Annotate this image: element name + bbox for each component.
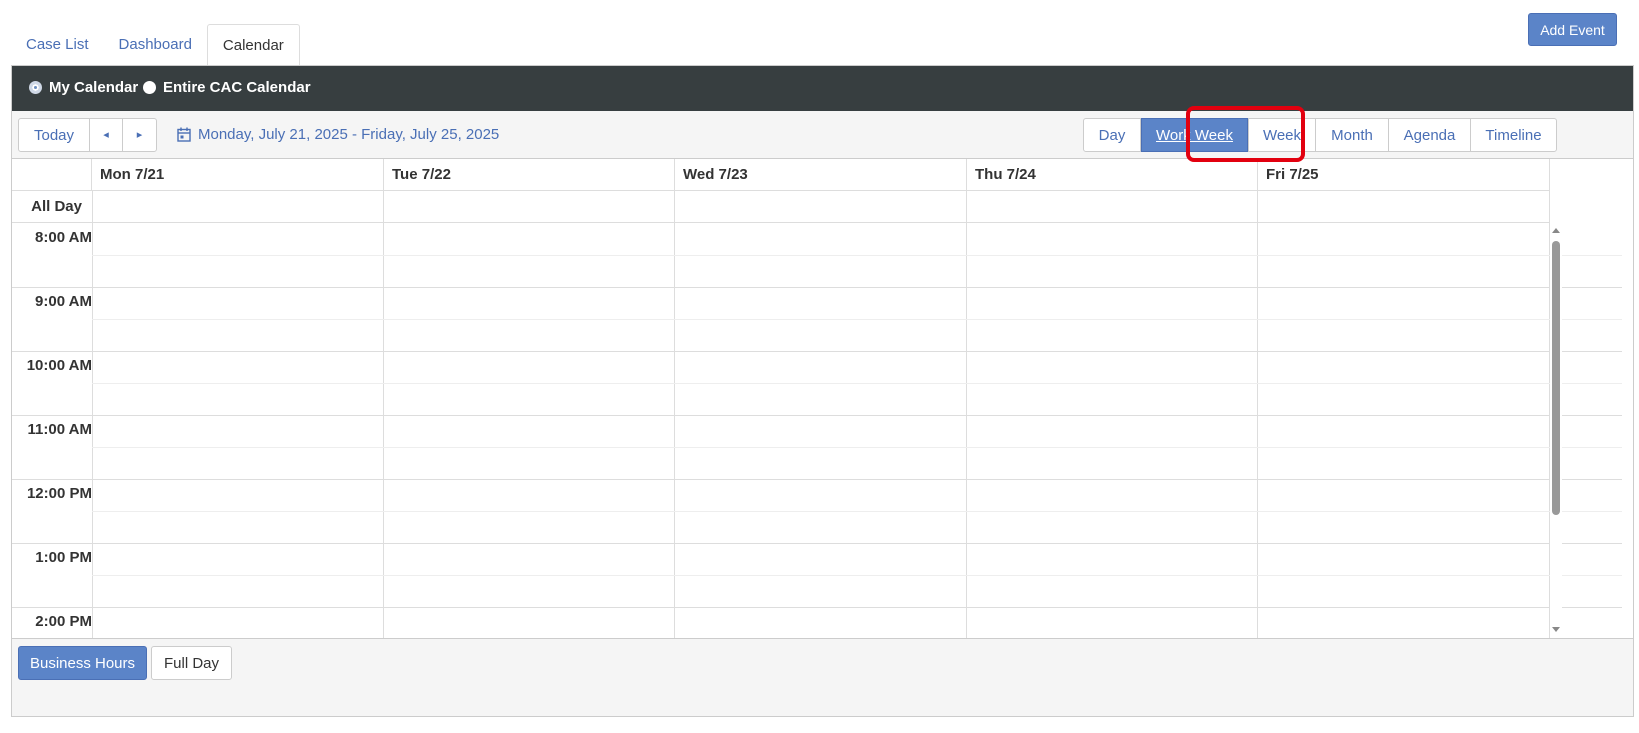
entire-calendar-radio[interactable] bbox=[143, 81, 156, 94]
hour-line bbox=[12, 543, 1622, 544]
day-header-tue: Tue 7/22 bbox=[384, 159, 675, 191]
hour-line bbox=[12, 351, 1622, 352]
day-header-wed: Wed 7/23 bbox=[675, 159, 967, 191]
time-label-10am: 10:00 AM bbox=[26, 357, 92, 374]
view-week-button[interactable]: Week bbox=[1248, 118, 1316, 152]
day-column-thu[interactable] bbox=[967, 223, 1258, 704]
hour-line bbox=[12, 287, 1622, 288]
half-hour-line bbox=[92, 575, 1622, 576]
day-column-wed[interactable] bbox=[675, 223, 967, 704]
business-hours-button[interactable]: Business Hours bbox=[18, 646, 147, 680]
all-day-cell[interactable] bbox=[1258, 191, 1550, 223]
today-button[interactable]: Today bbox=[18, 118, 90, 152]
scroll-thumb[interactable] bbox=[1552, 241, 1560, 515]
time-label-8am: 8:00 AM bbox=[35, 229, 92, 246]
date-range-picker[interactable]: Monday, July 21, 2025 - Friday, July 25,… bbox=[177, 126, 499, 143]
entire-calendar-label[interactable]: Entire CAC Calendar bbox=[163, 79, 311, 96]
all-day-cell[interactable] bbox=[967, 191, 1258, 223]
day-column-fri[interactable] bbox=[1258, 223, 1550, 704]
view-work-week-button[interactable]: Work Week bbox=[1141, 118, 1248, 152]
prev-button[interactable]: ◂ bbox=[89, 118, 123, 152]
day-header-fri: Fri 7/25 bbox=[1258, 159, 1550, 191]
day-header-mon: Mon 7/21 bbox=[92, 159, 384, 191]
hour-line bbox=[12, 479, 1622, 480]
day-column-tue[interactable] bbox=[384, 223, 675, 704]
tab-calendar[interactable]: Calendar bbox=[206, 24, 300, 67]
add-event-button[interactable]: Add Event bbox=[1528, 13, 1617, 46]
all-day-label: All Day bbox=[12, 191, 92, 223]
view-timeline-button[interactable]: Timeline bbox=[1470, 118, 1557, 152]
all-day-cell[interactable] bbox=[384, 191, 675, 223]
tab-dashboard[interactable]: Dashboard bbox=[104, 24, 207, 65]
time-label-2pm: 2:00 PM bbox=[35, 613, 92, 630]
day-header-thu: Thu 7/24 bbox=[967, 159, 1258, 191]
view-month-button[interactable]: Month bbox=[1315, 118, 1389, 152]
calendar-panel: My Calendar Entire CAC Calendar Today ◂ … bbox=[11, 65, 1634, 717]
time-label-12pm: 12:00 PM bbox=[26, 485, 92, 502]
scroll-down-icon[interactable] bbox=[1550, 625, 1562, 635]
view-day-button[interactable]: Day bbox=[1083, 118, 1141, 152]
hour-line bbox=[12, 607, 1622, 608]
time-label-11am: 11:00 AM bbox=[27, 421, 92, 438]
grid-scrollbar[interactable] bbox=[1550, 223, 1562, 703]
view-agenda-button[interactable]: Agenda bbox=[1388, 118, 1471, 152]
all-day-cell[interactable] bbox=[92, 191, 384, 223]
next-button[interactable]: ▸ bbox=[122, 118, 157, 152]
hour-line bbox=[12, 415, 1622, 416]
my-calendar-radio[interactable] bbox=[29, 81, 42, 94]
scroll-up-icon[interactable] bbox=[1550, 225, 1562, 235]
calendar-toolbar: Today ◂ ▸ Monday, July 21, 2025 - Friday… bbox=[12, 111, 1633, 159]
all-day-cell[interactable] bbox=[675, 191, 967, 223]
date-range-text: Monday, July 21, 2025 - Friday, July 25,… bbox=[198, 126, 500, 143]
my-calendar-label[interactable]: My Calendar bbox=[49, 79, 138, 96]
grid-corner bbox=[12, 159, 92, 191]
calendar-footer: Business Hours Full Day bbox=[12, 638, 1633, 716]
day-column-mon[interactable] bbox=[92, 223, 384, 704]
tab-bar: Case List Dashboard Calendar bbox=[11, 24, 300, 67]
half-hour-line bbox=[92, 255, 1622, 256]
full-day-button[interactable]: Full Day bbox=[151, 646, 232, 680]
half-hour-line bbox=[92, 447, 1622, 448]
calendar-grid: Mon 7/21 Tue 7/22 Wed 7/23 Thu 7/24 Fri … bbox=[12, 159, 1622, 704]
tab-case-list[interactable]: Case List bbox=[11, 24, 104, 65]
half-hour-line bbox=[92, 383, 1622, 384]
time-label-9am: 9:00 AM bbox=[35, 293, 92, 310]
time-label-1pm: 1:00 PM bbox=[35, 549, 92, 566]
half-hour-line bbox=[92, 319, 1622, 320]
calendar-filter-bar: My Calendar Entire CAC Calendar bbox=[12, 66, 1633, 111]
half-hour-line bbox=[92, 511, 1622, 512]
calendar-icon bbox=[177, 127, 191, 142]
